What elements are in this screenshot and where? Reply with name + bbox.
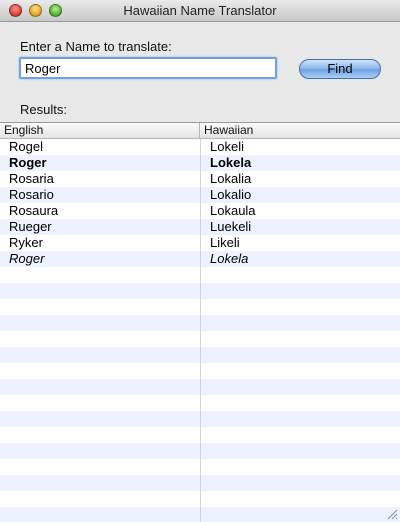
english-cell: Rogel [9, 139, 43, 154]
table-row[interactable]: Roger Lokela [0, 155, 400, 171]
table-header: English Hawaiian [0, 123, 400, 139]
english-cell: Ryker [9, 235, 43, 250]
hawaiian-cell: Lokalia [210, 171, 252, 186]
table-row[interactable]: Rosaria Lokalia [0, 171, 400, 187]
search-panel: Enter a Name to translate: Find Results: [0, 22, 400, 122]
hawaiian-cell: Luekeli [210, 219, 252, 234]
hawaiian-cell: Lokela [210, 155, 252, 170]
hawaiian-cell: Lokela [210, 251, 249, 266]
hawaiian-cell: Lokeli [210, 139, 244, 154]
english-cell: Roger [9, 155, 47, 170]
hawaiian-cell: Lokalio [210, 187, 252, 202]
table-row[interactable]: Rosario Lokalio [0, 187, 400, 203]
table-row[interactable]: Rogel Lokeli [0, 139, 400, 155]
results-label: Results: [20, 102, 67, 117]
find-button[interactable]: Find [299, 59, 381, 79]
name-prompt-label: Enter a Name to translate: [20, 39, 172, 54]
table-body: Rogel Lokeli Roger Lokela Rosaria Lokali… [0, 139, 400, 522]
table-row[interactable]: Ryker Likeli [0, 235, 400, 251]
column-header-hawaiian[interactable]: Hawaiian [200, 123, 400, 138]
hawaiian-cell: Likeli [210, 235, 240, 250]
english-cell: Rosaria [9, 171, 54, 186]
english-cell: Rosaura [9, 203, 59, 218]
table-row[interactable]: Rosaura Lokaula [0, 203, 400, 219]
window-title: Hawaiian Name Translator [123, 3, 277, 18]
column-header-english[interactable]: English [0, 123, 200, 138]
resize-grip-icon[interactable] [387, 509, 398, 520]
english-cell: Rosario [9, 187, 54, 202]
table-row[interactable]: Roger Lokela [0, 251, 400, 267]
title-bar[interactable]: Hawaiian Name Translator [0, 0, 400, 22]
english-cell: Roger [9, 251, 45, 266]
results-table[interactable]: English Hawaiian Rogel Lokeli Roger Loke… [0, 122, 400, 522]
app-window: Hawaiian Name Translator Enter a Name to… [0, 0, 400, 522]
name-input[interactable] [19, 57, 277, 79]
hawaiian-cell: Lokaula [210, 203, 256, 218]
english-cell: Rueger [9, 219, 52, 234]
table-row[interactable]: Rueger Luekeli [0, 219, 400, 235]
